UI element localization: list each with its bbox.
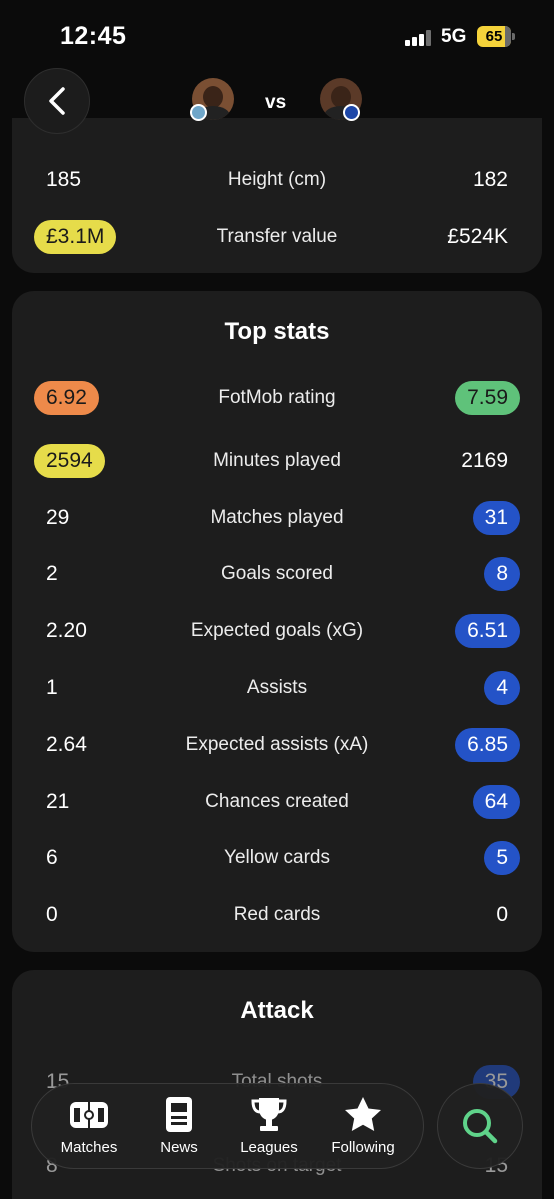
team-1-badge-icon (190, 104, 207, 121)
nav-label-leagues: Leagues (240, 1139, 298, 1156)
stat-row: 1 Assists 4 (12, 668, 542, 708)
right-value: 5 (484, 841, 520, 875)
card-title: Top stats (224, 318, 330, 345)
stat-row: 2594 Minutes played 2169 (12, 441, 542, 481)
stat-label: Yellow cards (224, 847, 330, 868)
battery-icon: 65 (477, 26, 515, 47)
comparison-page: 12:45 5G 65 185 Height (cm) 182 £3.1M Tr… (0, 0, 554, 1199)
vs-label: vs (265, 92, 287, 113)
nav-item-news[interactable]: News (134, 1094, 224, 1160)
back-button[interactable] (24, 68, 90, 134)
right-value: 0 (496, 903, 508, 926)
right-value: 8 (484, 557, 520, 591)
top-stats-card: Top stats 6.92 FotMob rating 7.59 2594 M… (12, 291, 542, 952)
status-time: 12:45 (60, 22, 127, 50)
star-icon (345, 1097, 381, 1131)
nav-label-following: Following (331, 1139, 395, 1156)
stat-row: 2.64 Expected assists (xA) 6.85 (12, 725, 542, 765)
stat-label: Red cards (233, 904, 321, 925)
stat-label: Chances created (205, 791, 349, 812)
right-value: 6.85 (455, 728, 520, 762)
stat-row: 6.92 FotMob rating 7.59 (12, 378, 542, 418)
stat-row: 0 Red cards 0 (12, 895, 542, 935)
stat-label: Matches played (210, 507, 344, 528)
stat-row: 29 Matches played 31 (12, 498, 542, 538)
stat-label: Assists (246, 677, 308, 698)
card-title: Attack (240, 997, 314, 1024)
nav-label-news: News (160, 1139, 198, 1156)
players-header: vs (190, 78, 365, 124)
team-2-badge-icon (343, 104, 360, 121)
bottom-nav: Matches News Leagues Following (31, 1083, 424, 1169)
right-value: £524K (447, 225, 508, 248)
stat-row: £3.1M Transfer value £524K (12, 217, 542, 257)
right-value: 7.59 (455, 381, 520, 415)
right-value: 6.51 (455, 614, 520, 648)
right-value: 182 (472, 168, 508, 191)
right-value: 64 (472, 785, 520, 819)
right-value: 4 (484, 671, 520, 705)
signal-icon (405, 30, 433, 46)
nav-item-following[interactable]: Following (318, 1094, 408, 1160)
status-bar: 12:45 5G 65 (0, 0, 554, 72)
nav-item-matches[interactable]: Matches (44, 1094, 134, 1160)
stat-row: 2 Goals scored 8 (12, 554, 542, 594)
news-icon (166, 1097, 192, 1132)
pitch-icon (70, 1102, 108, 1128)
stat-row: 6 Yellow cards 5 (12, 838, 542, 878)
trophy-icon (251, 1098, 287, 1131)
bio-stats-card: 185 Height (cm) 182 £3.1M Transfer value… (12, 118, 542, 273)
nav-label-matches: Matches (60, 1139, 118, 1156)
stat-row: 21 Chances created 64 (12, 782, 542, 822)
battery-level: 65 (477, 26, 511, 47)
search-button[interactable] (437, 1083, 523, 1169)
right-value: 2169 (461, 449, 508, 472)
right-value: 31 (472, 501, 520, 535)
search-icon (463, 1109, 498, 1144)
stat-row: 2.20 Expected goals (xG) 6.51 (12, 611, 542, 651)
stat-row: 185 Height (cm) 182 (12, 160, 542, 200)
stat-label: Goals scored (221, 563, 333, 584)
nav-item-leagues[interactable]: Leagues (224, 1094, 314, 1160)
chevron-left-icon (49, 87, 65, 115)
network-type: 5G (441, 26, 467, 47)
